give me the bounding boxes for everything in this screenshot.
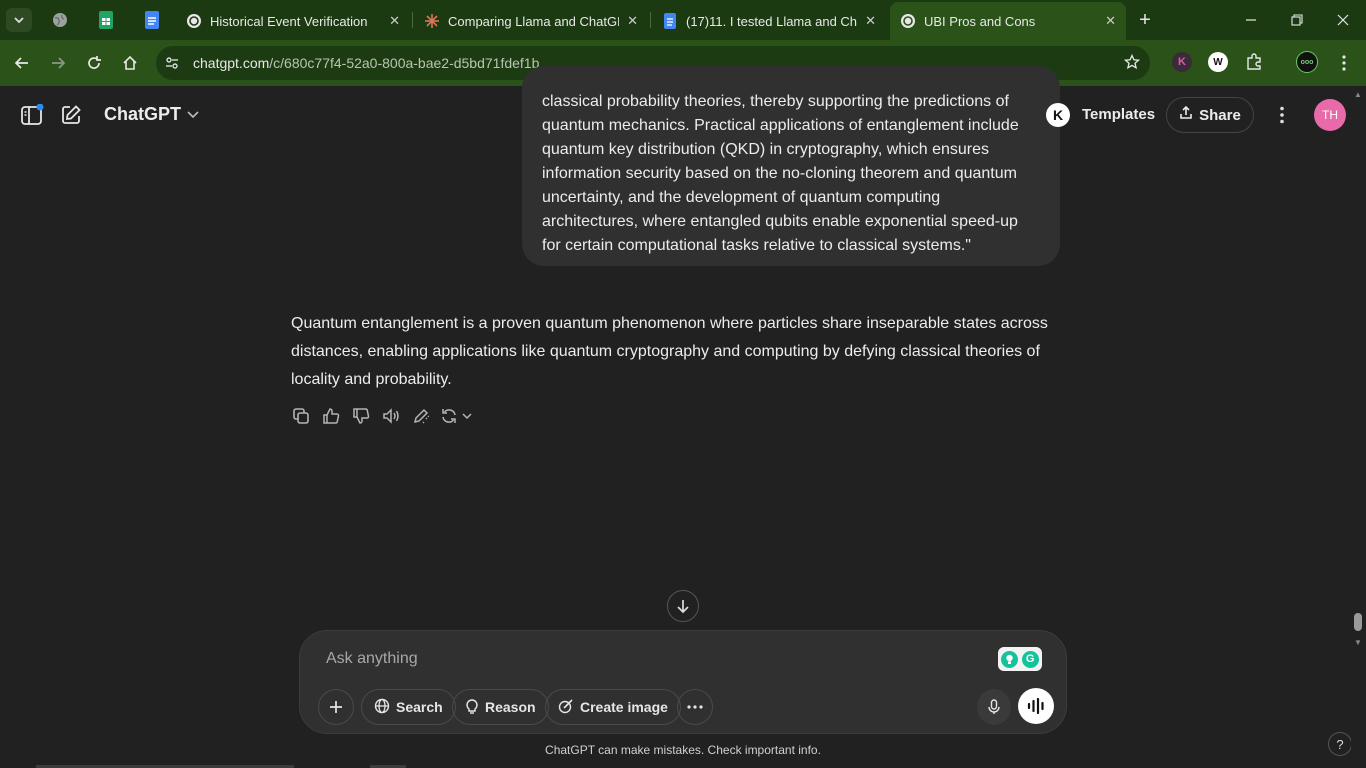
browser-menu-icon[interactable] xyxy=(1332,51,1356,75)
close-tab-icon[interactable]: ✕ xyxy=(627,13,638,29)
model-selector[interactable]: ChatGPT xyxy=(104,104,199,125)
close-tab-icon[interactable]: ✕ xyxy=(865,13,876,29)
restore-icon[interactable] xyxy=(1282,8,1312,32)
back-icon[interactable] xyxy=(10,51,34,75)
reason-button[interactable]: Reason xyxy=(452,689,549,725)
user-avatar[interactable]: TH xyxy=(1314,99,1346,131)
more-options-icon[interactable] xyxy=(1270,103,1294,127)
tab-comparing-llama-chatgpt[interactable]: Comparing Llama and ChatGPT ✕ xyxy=(414,6,648,36)
composer: G Search Reason Create image xyxy=(299,630,1067,734)
regenerate-icon[interactable] xyxy=(441,406,475,426)
reason-label: Reason xyxy=(485,699,536,715)
tab-historical-event-verification[interactable]: Historical Event Verification ✕ xyxy=(176,6,410,36)
tab-i-tested-llama[interactable]: (17)11. I tested Llama and Chat ✕ xyxy=(652,6,886,36)
new-chat-icon[interactable] xyxy=(60,104,84,126)
model-name: ChatGPT xyxy=(104,104,182,124)
chatgpt-icon xyxy=(186,13,202,29)
search-label: Search xyxy=(396,699,443,715)
reload-icon[interactable] xyxy=(82,51,106,75)
message-actions xyxy=(291,406,475,426)
tab-title: Historical Event Verification xyxy=(210,13,368,29)
lightbulb-icon xyxy=(465,698,479,717)
minimize-icon[interactable] xyxy=(1236,8,1266,32)
scroll-up-arrow-icon[interactable]: ▲ xyxy=(1354,90,1362,99)
profile-avatar-icon[interactable]: ooo xyxy=(1296,51,1318,73)
grammarly-widget[interactable]: G xyxy=(998,647,1042,671)
pinned-tab-google-sheets-icon[interactable] xyxy=(92,8,120,32)
url-text: chatgpt.com/c/680c77f4-52a0-800a-bae2-d5… xyxy=(193,55,539,71)
tab-title: Comparing Llama and ChatGPT xyxy=(448,13,620,29)
close-window-icon[interactable] xyxy=(1328,8,1358,32)
extensions-puzzle-icon[interactable] xyxy=(1244,52,1264,72)
tab-ubi-pros-and-cons[interactable]: UBI Pros and Cons ✕ xyxy=(890,2,1126,40)
image-brush-icon xyxy=(558,698,574,717)
google-docs-icon xyxy=(662,13,678,29)
thumbs-down-icon[interactable] xyxy=(351,406,371,426)
bookmark-star-icon[interactable] xyxy=(1123,53,1141,75)
disclaimer-text: ChatGPT can make mistakes. Check importa… xyxy=(545,743,821,757)
voice-mode-icon[interactable] xyxy=(1018,688,1054,724)
home-icon[interactable] xyxy=(118,51,142,75)
url-path: /c/680c77f4-52a0-800a-bae2-d5bd71fdef1b xyxy=(269,55,540,71)
tab-search-dropdown-icon[interactable] xyxy=(6,8,32,32)
site-info-icon[interactable] xyxy=(164,55,180,71)
chatgpt-page: classical probability theories, thereby … xyxy=(0,66,1366,768)
chevron-down-icon xyxy=(187,108,199,122)
scroll-to-bottom-button[interactable] xyxy=(667,590,699,622)
new-tab-icon[interactable]: + xyxy=(1134,8,1156,32)
kahoot-k-icon[interactable]: K xyxy=(1046,103,1070,127)
copy-icon[interactable] xyxy=(291,406,311,426)
share-icon xyxy=(1179,105,1193,124)
read-aloud-speaker-icon[interactable] xyxy=(381,406,401,426)
grammarly-lightbulb-icon xyxy=(1001,650,1019,668)
scrollbar[interactable] xyxy=(1351,86,1366,768)
url-host: chatgpt.com xyxy=(193,55,270,71)
templates-button[interactable]: Templates xyxy=(1082,106,1155,123)
browser-tab-strip: Historical Event Verification ✕ Comparin… xyxy=(0,0,1366,40)
prompt-input[interactable] xyxy=(326,645,966,673)
add-attachment-button[interactable] xyxy=(318,689,354,725)
microphone-icon[interactable] xyxy=(977,689,1011,725)
extension-w-icon[interactable]: W xyxy=(1208,52,1228,72)
user-message-text: classical probability theories, thereby … xyxy=(542,93,1019,254)
close-tab-icon[interactable]: ✕ xyxy=(1105,13,1116,29)
tab-separator xyxy=(650,12,651,28)
tab-separator xyxy=(412,12,413,28)
scroll-down-arrow-icon[interactable]: ▼ xyxy=(1354,638,1362,647)
create-image-button[interactable]: Create image xyxy=(545,689,681,725)
pinned-tab-google-docs-icon[interactable] xyxy=(138,8,166,32)
scrollbar-thumb[interactable] xyxy=(1354,613,1362,631)
assistant-message: Quantum entanglement is a proven quantum… xyxy=(291,315,1048,388)
user-message-bubble: classical probability theories, thereby … xyxy=(522,66,1060,266)
share-button[interactable]: Share xyxy=(1166,97,1254,133)
more-tools-icon[interactable] xyxy=(677,689,713,725)
tab-title: (17)11. I tested Llama and Chat xyxy=(686,13,858,29)
globe-icon xyxy=(374,698,390,717)
close-tab-icon[interactable]: ✕ xyxy=(389,13,400,29)
tab-title: UBI Pros and Cons xyxy=(924,13,1036,29)
share-label: Share xyxy=(1199,106,1241,124)
chatgpt-icon xyxy=(900,13,916,29)
search-button[interactable]: Search xyxy=(361,689,456,725)
edit-canvas-icon[interactable] xyxy=(411,406,431,426)
pinned-tab-globe-icon[interactable] xyxy=(46,8,74,32)
forward-icon[interactable] xyxy=(46,51,70,75)
help-button[interactable]: ? xyxy=(1328,732,1352,756)
sidebar-toggle-icon[interactable] xyxy=(20,103,44,126)
grammarly-g-icon: G xyxy=(1021,650,1039,668)
create-image-label: Create image xyxy=(580,699,668,715)
thumbs-up-icon[interactable] xyxy=(321,406,341,426)
claude-icon xyxy=(424,13,440,29)
extension-k-icon[interactable]: K xyxy=(1172,52,1192,72)
